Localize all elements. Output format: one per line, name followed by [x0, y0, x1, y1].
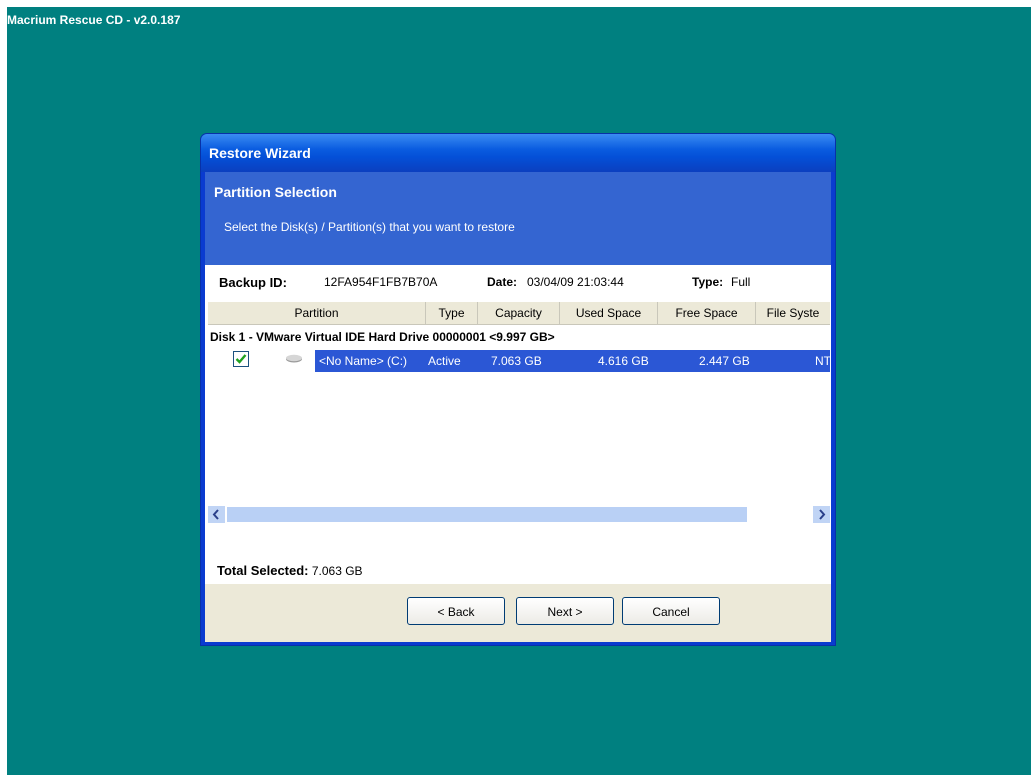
table-row[interactable]: <No Name> (C:) Active 7.063 GB 4.616 GB …: [315, 350, 831, 372]
column-header-free-space[interactable]: Free Space: [658, 302, 756, 324]
wizard-footer: < Back Next > Cancel: [205, 584, 831, 642]
column-header-partition[interactable]: Partition: [208, 302, 426, 324]
type-label: Type:: [692, 275, 724, 289]
scroll-left-button[interactable]: [208, 506, 225, 523]
partition-free-cell: 2.447 GB: [699, 354, 750, 368]
partition-name-cell: <No Name> (C:): [319, 354, 408, 368]
cancel-button[interactable]: Cancel: [622, 597, 720, 625]
desktop-title: Macrium Rescue CD - v2.0.187: [7, 13, 181, 27]
check-icon: [235, 354, 247, 364]
disk-row: Disk 1 - VMware Virtual IDE Hard Drive 0…: [210, 330, 555, 344]
column-header-capacity[interactable]: Capacity: [478, 302, 560, 324]
table-header: Partition Type Capacity Used Space Free …: [208, 302, 830, 325]
date-value: 03/04/09 21:03:44: [527, 275, 624, 289]
column-header-used-space[interactable]: Used Space: [560, 302, 658, 324]
header-title: Partition Selection: [214, 184, 337, 200]
back-button[interactable]: < Back: [407, 597, 505, 625]
scroll-right-button[interactable]: [813, 506, 830, 523]
header-subtitle: Select the Disk(s) / Partition(s) that y…: [224, 220, 515, 234]
wizard-client-area: Partition Selection Select the Disk(s) /…: [205, 172, 831, 642]
total-selected: Total Selected: 7.063 GB: [217, 563, 363, 578]
total-selected-value: 7.063 GB: [311, 564, 363, 578]
scrollbar-thumb[interactable]: [227, 507, 747, 522]
partition-capacity-cell: 7.063 GB: [491, 354, 542, 368]
partition-type-cell: Active: [428, 354, 461, 368]
restore-wizard-window: Restore Wizard Partition Selection Selec…: [200, 133, 836, 646]
date-label: Date:: [487, 275, 518, 289]
partition-used-cell: 4.616 GB: [598, 354, 649, 368]
next-button[interactable]: Next >: [516, 597, 614, 625]
wizard-header: Partition Selection Select the Disk(s) /…: [205, 172, 831, 265]
horizontal-scrollbar[interactable]: [208, 506, 830, 523]
partition-table: Partition Type Capacity Used Space Free …: [208, 302, 831, 530]
partition-fs-cell: NT: [815, 354, 831, 368]
column-header-type[interactable]: Type: [426, 302, 478, 324]
total-selected-label: Total Selected:: [217, 563, 309, 578]
window-title: Restore Wizard: [209, 145, 311, 161]
type-value: Full: [731, 275, 751, 289]
backup-info: Backup ID: 12FA954F1FB7B70A Date: 03/04/…: [205, 275, 831, 297]
backup-id-label: Backup ID:: [219, 275, 287, 290]
hard-drive-icon: [286, 354, 302, 363]
chevron-left-icon: [212, 509, 219, 520]
column-header-file-system[interactable]: File Syste: [756, 302, 830, 324]
window-titlebar[interactable]: Restore Wizard: [201, 134, 835, 172]
chevron-right-icon: [819, 509, 826, 520]
backup-id-value: 12FA954F1FB7B70A: [324, 275, 438, 289]
partition-checkbox[interactable]: [233, 351, 249, 367]
